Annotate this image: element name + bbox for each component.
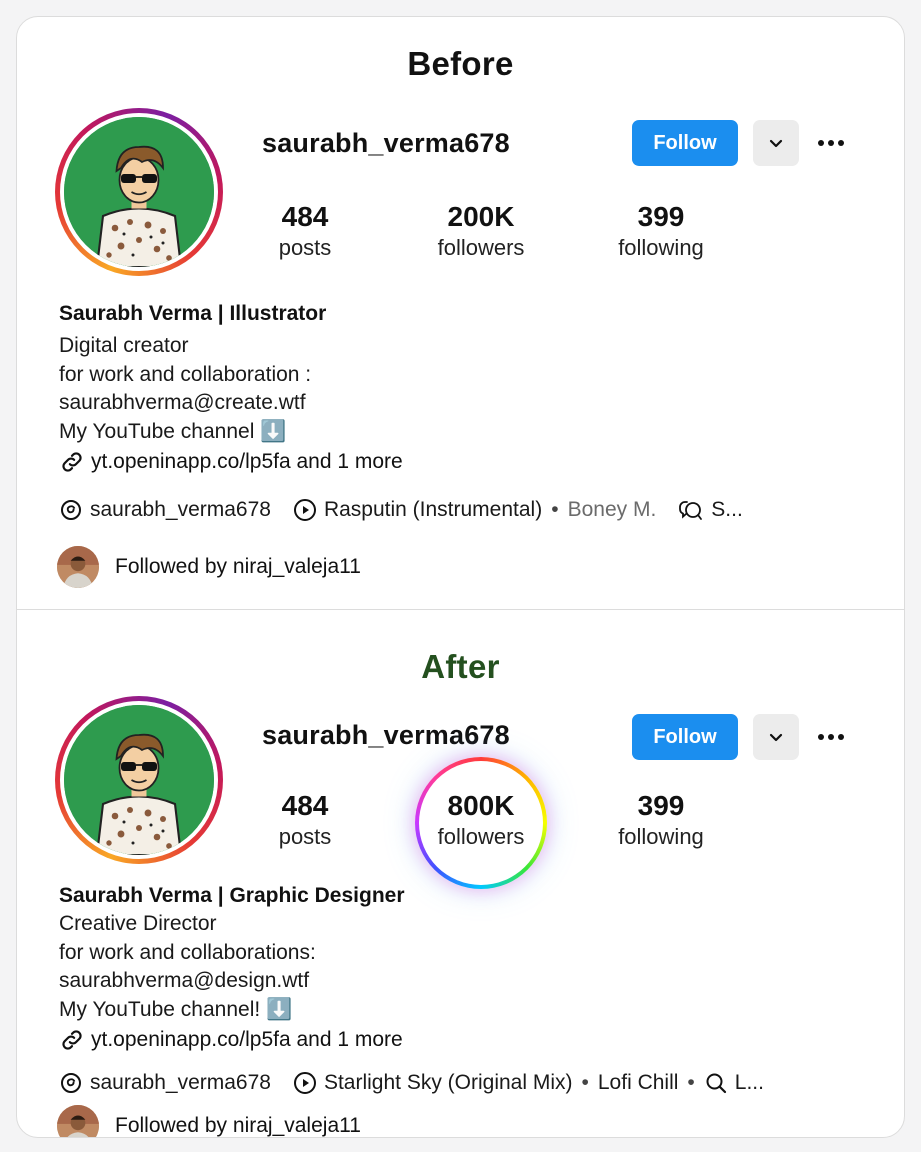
follower-avatar (57, 1105, 99, 1137)
bio-link-text: yt.openinapp.co/lp5fa and 1 more (91, 1028, 403, 1051)
threads-icon (61, 1073, 81, 1093)
music-track[interactable]: Rasputin (Instrumental) (293, 498, 542, 522)
followers-count[interactable]: 200K followers (411, 201, 551, 263)
bio-link[interactable]: yt.openinapp.co/lp5fa and 1 more (59, 1024, 859, 1055)
before-title: Before (407, 45, 514, 82)
bio-link-text: yt.openinapp.co/lp5fa and 1 more (91, 450, 403, 473)
bio-link[interactable]: yt.openinapp.co/lp5fa and 1 more (59, 446, 859, 477)
link-icon (62, 1029, 82, 1050)
bio-line: My YouTube channel ⬇️ (59, 419, 287, 443)
following-value: 399 (637, 790, 685, 821)
followers-label: followers (437, 235, 525, 260)
follower-avatar (57, 546, 99, 588)
posts-label: posts (278, 235, 332, 260)
profile-meta-row: saurabh_verma678 Starlight Sky (Original… (59, 1071, 764, 1095)
more-meta-item[interactable]: L... (704, 1071, 764, 1095)
meta-separator: • (551, 498, 559, 521)
bio-email: saurabhverma@create.wtf (59, 391, 306, 414)
profile-username: saurabh_verma678 (262, 720, 510, 750)
link-icon (62, 451, 82, 472)
bio-line: My YouTube channel! ⬇️ (59, 997, 293, 1021)
profile-username: saurabh_verma678 (262, 128, 510, 158)
cartoon-avatar-image (64, 117, 214, 267)
followers-label: followers (437, 824, 525, 849)
followers-count[interactable]: 800K followers (411, 790, 551, 852)
posts-count: 484 posts (235, 201, 375, 263)
more-meta-text: L... (734, 1071, 764, 1094)
following-value: 399 (637, 201, 685, 232)
posts-label: posts (278, 824, 332, 849)
posts-value: 484 (281, 201, 329, 232)
followed-by-text: Followed by niraj_valeja11 (115, 1114, 361, 1137)
threads-username: saurabh_verma678 (90, 498, 271, 521)
play-circle-icon (293, 499, 316, 521)
more-options-button[interactable] (813, 714, 849, 760)
followed-by-row[interactable]: Followed by niraj_valeja11 (57, 546, 361, 588)
more-dots-icon (818, 734, 824, 740)
after-title: After (421, 648, 500, 685)
following-count[interactable]: 399 following (591, 201, 731, 263)
song-artist: Boney M. (567, 498, 657, 521)
search-icon (706, 1073, 726, 1094)
bio-line: Digital creator (59, 334, 189, 357)
bio-display-name: Saurabh Verma | Graphic Designer (59, 884, 405, 907)
followers-value: 800K (447, 790, 515, 821)
followers-value: 200K (447, 201, 515, 232)
song-title: Rasputin (Instrumental) (323, 498, 543, 521)
suggestions-dropdown-button[interactable] (753, 120, 799, 166)
more-options-button[interactable] (813, 120, 849, 166)
follow-button[interactable]: Follow (632, 120, 738, 166)
posts-value: 484 (281, 790, 329, 821)
bio-display-name: Saurabh Verma | Illustrator (59, 302, 327, 325)
profile-bio: Saurabh Verma | Illustrator Digital crea… (59, 300, 859, 477)
after-section: After saurabh_verma678 Follow 484 posts … (17, 610, 904, 1137)
following-count[interactable]: 399 following (591, 790, 731, 852)
comparison-card: Before saurabh_verma678 Follow 484 posts… (16, 16, 905, 1138)
bio-line: Creative Director (59, 912, 217, 935)
followed-by-row[interactable]: Followed by niraj_valeja11 (57, 1105, 361, 1137)
following-label: following (618, 824, 704, 849)
threads-badge[interactable]: saurabh_verma678 (59, 498, 271, 522)
before-section: Before saurabh_verma678 Follow 484 posts… (17, 17, 904, 609)
more-dots-icon (818, 140, 824, 146)
profile-meta-row: saurabh_verma678 Rasputin (Instrumental)… (59, 498, 743, 522)
more-meta-text: S... (711, 498, 743, 521)
suggestions-dropdown-button[interactable] (753, 714, 799, 760)
meta-separator: • (581, 1071, 589, 1094)
chat-bubbles-icon (679, 501, 703, 520)
following-label: following (618, 235, 704, 260)
play-circle-icon (293, 1072, 316, 1094)
meta-separator: • (687, 1071, 695, 1094)
song-title: Starlight Sky (Original Mix) (323, 1071, 573, 1094)
chevron-down-icon (769, 733, 783, 742)
threads-icon (61, 500, 81, 520)
profile-avatar[interactable] (55, 696, 223, 864)
profile-avatar[interactable] (55, 108, 223, 276)
bio-email: saurabhverma@design.wtf (59, 969, 310, 992)
bio-line: for work and collaborations: (59, 940, 316, 964)
more-meta-item[interactable]: S... (678, 498, 743, 522)
cartoon-avatar-image (64, 705, 214, 855)
followed-by-text: Followed by niraj_valeja11 (115, 555, 361, 578)
follow-button[interactable]: Follow (632, 714, 738, 760)
song-artist: Lofi Chill (597, 1071, 679, 1094)
threads-badge[interactable]: saurabh_verma678 (59, 1071, 271, 1095)
threads-username: saurabh_verma678 (90, 1071, 271, 1094)
music-track[interactable]: Starlight Sky (Original Mix) (293, 1071, 573, 1095)
chevron-down-icon (769, 139, 783, 148)
profile-bio: Saurabh Verma | Graphic Designer Creativ… (59, 882, 859, 1055)
bio-line: for work and collaboration : (59, 362, 312, 386)
posts-count: 484 posts (235, 790, 375, 852)
